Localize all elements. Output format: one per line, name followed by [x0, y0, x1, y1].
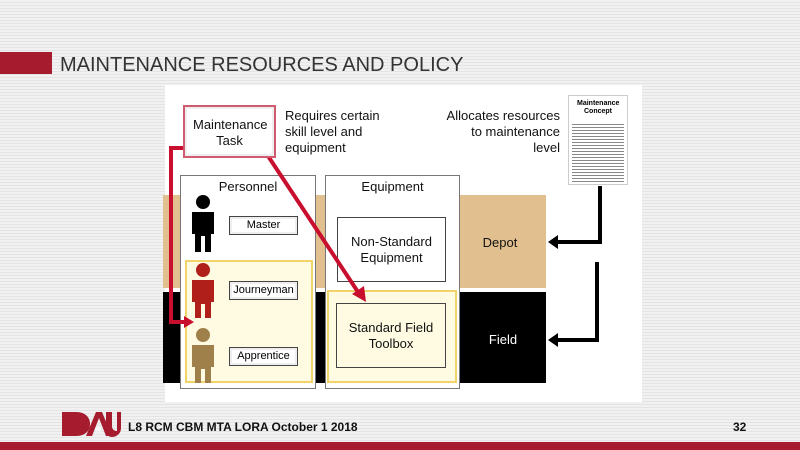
requires-text: Requires certain skill level and equipme…	[285, 108, 380, 155]
svg-text:★: ★	[94, 424, 102, 434]
concept-to-field-arrow-icon	[556, 262, 599, 342]
arrowhead-icon	[548, 235, 558, 249]
footer-text: L8 RCM CBM MTA LORA October 1 2018	[128, 420, 358, 434]
concept-doc-title: Maintenance Concept	[577, 100, 620, 115]
bottom-accent-bar	[0, 442, 800, 450]
maintenance-concept-document: Maintenance Concept	[568, 95, 628, 185]
task-to-apprentice-arrow-icon	[169, 146, 184, 324]
person-master-icon	[192, 195, 214, 252]
arrowhead-icon	[184, 316, 194, 328]
person-apprentice-icon	[192, 328, 214, 383]
task-to-toolbox-arrow-icon	[266, 154, 360, 294]
page-number: 32	[733, 420, 747, 434]
person-journeyman-icon	[192, 263, 214, 318]
task-label: Maintenance Task	[193, 117, 268, 148]
maintenance-task-box: Maintenance Task	[183, 105, 276, 158]
allocates-text: Allocates resources to maintenance level	[446, 108, 560, 155]
concept-to-depot-arrow-icon	[556, 186, 602, 244]
diagram-graphics	[169, 146, 602, 383]
arrowhead-icon	[548, 333, 558, 347]
dau-logo: ★	[62, 412, 121, 437]
